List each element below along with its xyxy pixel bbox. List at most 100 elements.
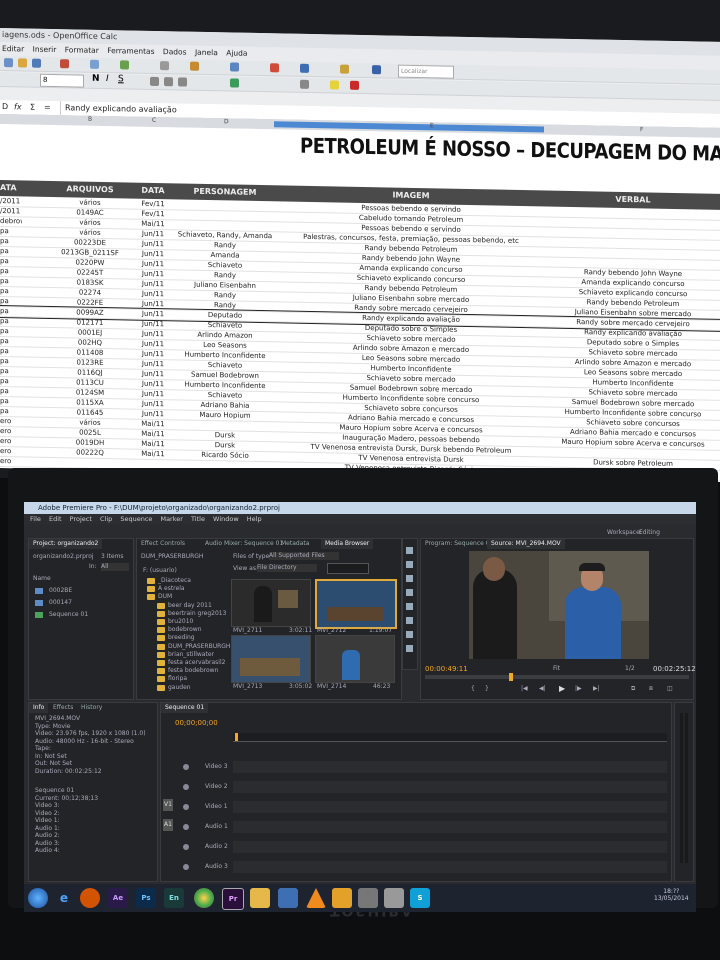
font-size-select[interactable]: 8	[40, 73, 84, 88]
track-lane[interactable]	[233, 821, 667, 833]
menu-title[interactable]: Title	[191, 515, 205, 523]
timeline-track[interactable]: Video 3	[161, 759, 671, 775]
taskbar-app-photoshop[interactable]: Ps	[136, 888, 156, 908]
table-cell[interactable]: pa	[0, 226, 22, 236]
table-cell[interactable]: Mai/11	[136, 449, 170, 460]
video-frame[interactable]	[469, 551, 649, 659]
taskbar-app-ie[interactable]: e	[54, 888, 74, 908]
files-of-type-select[interactable]: All Supported Files	[269, 552, 339, 560]
font-color-icon[interactable]	[350, 80, 359, 90]
track-lane[interactable]	[233, 801, 667, 813]
new-doc-icon[interactable]	[4, 58, 13, 68]
menu-formatar[interactable]: Formatar	[65, 45, 99, 55]
bg-color-icon[interactable]	[330, 80, 339, 90]
menu-inserir[interactable]: Inserir	[33, 45, 57, 54]
menu-clip[interactable]: Clip	[100, 515, 112, 523]
go-to-in-icon[interactable]: |◀	[521, 685, 528, 692]
menu-help[interactable]: Help	[247, 515, 262, 523]
sheet-grid[interactable]: PETROLEUM É NOSSO – DECUPAGEM DO MATERIA…	[0, 124, 720, 482]
tab-program[interactable]: Program: Sequence 01	[421, 539, 497, 549]
italic-icon[interactable]: I	[106, 74, 109, 84]
slip-tool-icon[interactable]	[406, 603, 413, 610]
taskbar-app-window[interactable]	[278, 888, 298, 908]
menu-window[interactable]: Window	[213, 515, 239, 523]
go-to-out-icon[interactable]: ▶|	[593, 685, 600, 692]
table-cell[interactable]: pa	[0, 366, 22, 376]
column-c[interactable]: C	[152, 117, 156, 124]
time-ruler[interactable]	[233, 733, 667, 742]
toggle-audio-icon[interactable]	[183, 864, 189, 870]
table-cell[interactable]: Jun/11	[136, 289, 170, 300]
undo-icon[interactable]	[230, 62, 239, 72]
taskbar-app-chrome[interactable]	[194, 888, 214, 908]
table-cell[interactable]: Mai/11	[136, 429, 170, 440]
menu-dados[interactable]: Dados	[163, 47, 187, 56]
menu-ajuda[interactable]: Ajuda	[226, 48, 247, 57]
table-cell[interactable]: Jun/11	[136, 259, 170, 270]
step-forward-icon[interactable]: |▶	[575, 685, 582, 692]
timeline-timecode[interactable]: 00;00;00;00	[175, 719, 218, 727]
find-icon[interactable]	[300, 63, 309, 73]
table-cell[interactable]: pa	[0, 276, 22, 286]
playhead[interactable]	[509, 673, 513, 681]
table-cell[interactable]: Jun/11	[136, 229, 170, 240]
toggle-output-icon[interactable]	[183, 804, 189, 810]
table-cell[interactable]: Jun/11	[136, 299, 170, 310]
overwrite-icon[interactable]: ⧈	[649, 685, 653, 693]
selection-tool-icon[interactable]	[406, 547, 413, 554]
clock[interactable]: 18:?? 13/05/2014	[654, 888, 689, 902]
export-frame-icon[interactable]: ◫	[667, 685, 673, 692]
insert-icon[interactable]: ⧉	[631, 685, 635, 693]
menu-project[interactable]: Project	[70, 515, 92, 523]
tab-history[interactable]: History	[77, 703, 106, 713]
menu-file[interactable]: File	[30, 515, 41, 523]
track-select-icon[interactable]	[406, 561, 413, 568]
align-right-icon[interactable]	[178, 77, 187, 87]
column-f[interactable]: F	[640, 126, 643, 133]
table-cell[interactable]: /2011	[0, 206, 22, 216]
view-as-select[interactable]: File Directory	[257, 564, 317, 572]
table-cell[interactable]: pa	[0, 256, 22, 266]
tab-effect-controls[interactable]: Effect Controls	[137, 539, 189, 549]
search-field[interactable]: Localizar	[398, 64, 454, 79]
track-lane[interactable]	[233, 861, 667, 873]
track-lane[interactable]	[233, 781, 667, 793]
clip-thumbnail[interactable]	[231, 635, 311, 683]
table-cell[interactable]: Jun/11	[136, 339, 170, 350]
table-cell[interactable]: Jun/11	[136, 269, 170, 280]
taskbar-app-premiere[interactable]: Pr	[222, 888, 244, 910]
table-cell[interactable]: pa	[0, 376, 22, 386]
source-track-v1[interactable]: V1	[163, 799, 173, 811]
taskbar-app-skype[interactable]: S	[410, 888, 430, 908]
table-cell[interactable]: pa	[0, 326, 22, 336]
chart-icon[interactable]	[270, 63, 279, 73]
table-cell[interactable]: ero	[0, 456, 22, 466]
timeline-track[interactable]: Video 2	[161, 779, 671, 795]
ripple-edit-icon[interactable]	[406, 575, 413, 582]
table-cell[interactable]: pa	[0, 356, 22, 366]
align-center-icon[interactable]	[164, 77, 173, 87]
table-cell[interactable]: pa	[0, 386, 22, 396]
table-cell[interactable]: pa	[0, 266, 22, 276]
paste-icon[interactable]	[190, 61, 199, 71]
table-cell[interactable]: Mai/11	[136, 219, 170, 230]
function-wizard-icon[interactable]: fx	[14, 100, 22, 114]
table-cell[interactable]: pa	[0, 336, 22, 346]
workspace-select[interactable]: Editing	[639, 529, 660, 536]
menu-marker[interactable]: Marker	[160, 515, 182, 523]
table-cell[interactable]: pa	[0, 306, 22, 316]
menu-ferramentas[interactable]: Ferramentas	[107, 46, 154, 56]
track-lane[interactable]	[233, 761, 667, 773]
align-left-icon[interactable]	[150, 76, 159, 87]
gallery-icon[interactable]	[340, 64, 349, 74]
table-cell[interactable]: Jun/11	[136, 379, 170, 390]
table-cell[interactable]: ero	[0, 416, 22, 426]
print-icon[interactable]	[90, 59, 99, 69]
taskbar-app-calc[interactable]	[358, 888, 378, 908]
menu-sequence[interactable]: Sequence	[120, 515, 152, 523]
table-cell[interactable]: Mai/11	[136, 419, 170, 430]
source-track-a1[interactable]: A1	[163, 819, 173, 831]
timeline-track[interactable]: Audio 2	[161, 839, 671, 855]
table-cell[interactable]: Jun/11	[136, 249, 170, 260]
help-icon[interactable]	[372, 65, 381, 75]
